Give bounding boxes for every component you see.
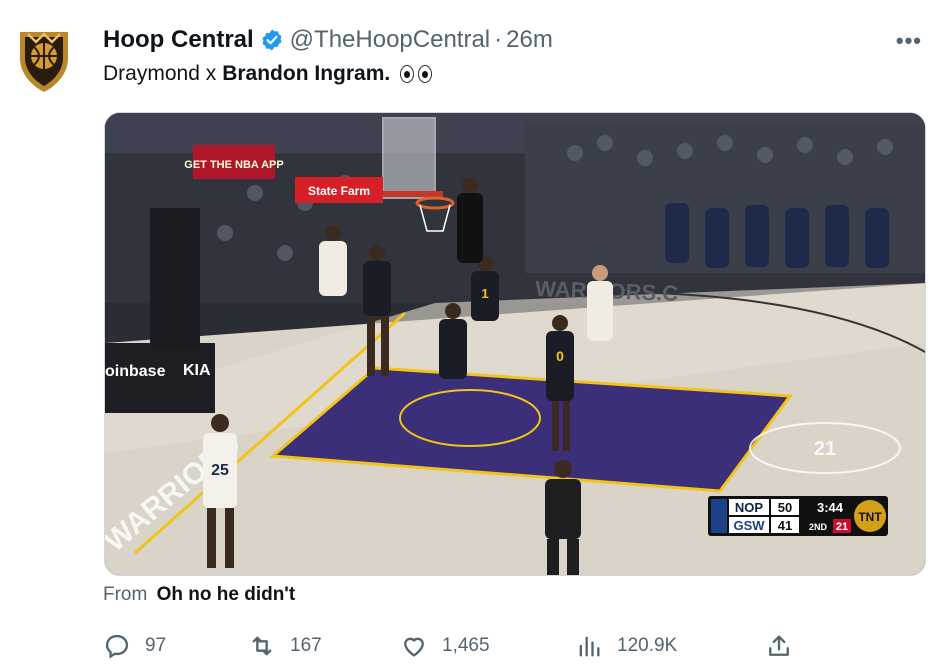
retweet-count: 167: [290, 635, 322, 656]
retweet-icon: [252, 636, 272, 656]
account-name[interactable]: Hoop Central: [103, 26, 254, 54]
tweet-card: Hoop Central @TheHoopCentral · 26m ••• D…: [0, 0, 940, 671]
tweet-media-video[interactable]: 21 WARRIORS.C WARRIORS GET THE NBA APP S…: [104, 112, 926, 576]
like-count: 1,465: [442, 635, 490, 656]
jersey-number-gsw-forward: 1: [481, 286, 488, 301]
like-button[interactable]: 1,465: [400, 626, 490, 666]
network-logo: TNT: [858, 510, 882, 524]
jersey-number-gsw-guard: 0: [556, 348, 564, 364]
courtside-brand: oinbase: [105, 363, 166, 380]
views-count: 120.9K: [617, 635, 678, 656]
jersey-number-nop-player: 25: [211, 462, 229, 479]
share-icon: [769, 635, 789, 656]
source-link[interactable]: Oh no he didn't: [157, 584, 296, 605]
basketball-scene: 21 WARRIORS.C WARRIORS GET THE NBA APP S…: [105, 113, 925, 575]
reply-button[interactable]: 97: [103, 626, 166, 666]
center-court-logo: 21: [814, 438, 836, 460]
scoreboard-score2: 41: [778, 518, 792, 533]
retweet-button[interactable]: 167: [248, 626, 322, 666]
eyes-emoji-icon: [400, 65, 433, 83]
source-prefix: From: [103, 584, 148, 605]
more-options-icon[interactable]: •••: [896, 28, 922, 54]
tweet-text: Draymond x Brandon Ingram.: [103, 62, 433, 86]
scoreboard-team1: NOP: [735, 500, 764, 515]
tweet-header: Hoop Central @TheHoopCentral · 26m: [103, 24, 553, 56]
courtside-brand-2: KIA: [183, 362, 211, 379]
media-source: From Oh no he didn't: [103, 584, 295, 606]
scoreboard-clock: 3:44: [817, 500, 844, 515]
separator-dot: ·: [494, 26, 503, 53]
views-chart-icon: [579, 636, 600, 657]
reply-count: 97: [145, 635, 167, 656]
scoreboard-team2: GSW: [733, 518, 765, 533]
hoop-central-logo: [20, 32, 68, 92]
tweet-actions: 97 167 1,465 120.9K: [103, 626, 803, 666]
account-handle[interactable]: @TheHoopCentral: [290, 26, 490, 54]
reply-icon: [105, 634, 129, 659]
tweet-text-mention: Brandon Ingram.: [222, 62, 391, 85]
sponsor-banner: State Farm: [308, 184, 370, 198]
tweet-text-prefix: Draymond x: [103, 62, 217, 85]
scoreboard: NOP GSW 50 41 3:44 2ND 21 TNT: [708, 496, 888, 536]
scoreboard-period: 2ND: [809, 522, 828, 532]
share-button[interactable]: [765, 626, 807, 666]
app-banner: GET THE NBA APP: [184, 159, 283, 171]
avatar[interactable]: [18, 28, 70, 94]
verified-badge-icon: [262, 29, 282, 51]
scoreboard-shot-clock: 21: [836, 521, 848, 533]
views-button[interactable]: 120.9K: [575, 626, 677, 666]
heart-icon: [404, 637, 424, 657]
scoreboard-score1: 50: [778, 500, 792, 515]
timestamp[interactable]: 26m: [506, 26, 553, 54]
